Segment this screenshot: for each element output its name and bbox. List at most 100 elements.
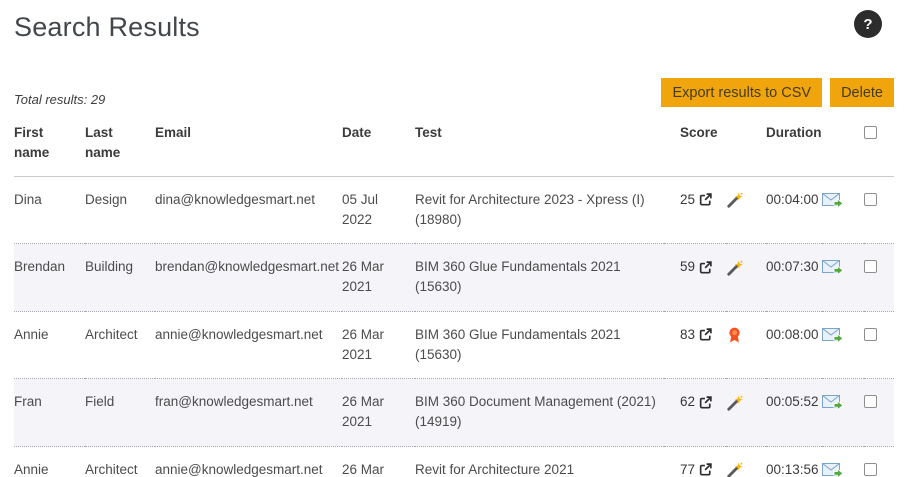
question-mark-icon: ? <box>863 15 873 33</box>
magic-wand-icon[interactable] <box>726 260 743 277</box>
cell-score: 25 <box>664 176 726 244</box>
header-badge-column <box>726 115 766 177</box>
cell-duration: 00:04:00 <box>766 191 819 207</box>
search-results-page: Search Results ? Total results: 29 Expor… <box>0 0 908 477</box>
cell-first-name: Annie <box>14 461 49 477</box>
cell-badge <box>726 176 766 244</box>
score-value: 77 <box>680 461 696 477</box>
cell-test: BIM 360 Document Management (2021) (1491… <box>415 394 656 430</box>
score-value: 59 <box>680 259 696 274</box>
magic-wand-icon[interactable] <box>726 395 743 412</box>
header-date: Date <box>342 115 415 177</box>
table-header-row: First name Last name Email Date Test Sco… <box>14 115 894 177</box>
cell-duration: 00:05:52 <box>766 394 819 409</box>
cell-checkbox <box>864 311 894 379</box>
cell-email: fran@knowledgesmart.net <box>155 394 313 409</box>
magic-wand-icon[interactable] <box>726 462 743 477</box>
cell-first-name: Annie <box>14 326 49 342</box>
header-email: Email <box>155 115 342 177</box>
cell-email-action <box>822 311 864 379</box>
page-title: Search Results <box>14 12 200 42</box>
forward-email-icon[interactable] <box>822 327 844 344</box>
header-duration: Duration <box>766 115 822 177</box>
cell-checkbox <box>864 446 894 477</box>
cell-score: 83 <box>664 311 726 379</box>
cell-test: Revit for Architecture 2021 Fundamentals… <box>415 461 575 477</box>
forward-email-icon[interactable] <box>822 395 844 412</box>
external-link-icon <box>699 463 712 476</box>
header-first-name: First name <box>14 115 85 177</box>
cell-last-name: Architect <box>85 461 138 477</box>
cell-email: dina@knowledgesmart.net <box>155 191 316 207</box>
table-row: Annie Architect annie@knowledgesmart.net… <box>14 446 894 477</box>
row-checkbox[interactable] <box>864 327 877 341</box>
cell-email-action <box>822 244 864 312</box>
cell-test: Revit for Architecture 2023 - Xpress (I)… <box>415 191 645 227</box>
cell-score: 62 <box>664 379 726 447</box>
cell-first-name: Fran <box>14 394 42 409</box>
cell-duration: 00:13:56 <box>766 461 819 477</box>
cell-email: annie@knowledgesmart.net <box>155 461 323 477</box>
forward-email-icon[interactable] <box>822 260 844 277</box>
score-value: 83 <box>680 326 696 342</box>
cell-last-name: Design <box>85 191 128 207</box>
select-all-checkbox[interactable] <box>864 126 877 139</box>
results-table: First name Last name Email Date Test Sco… <box>14 115 894 477</box>
cell-badge <box>726 379 766 447</box>
score-link[interactable]: 25 <box>680 190 712 210</box>
action-buttons: Export results to CSV Delete <box>661 78 894 107</box>
row-checkbox[interactable] <box>864 395 877 408</box>
forward-email-icon[interactable] <box>822 192 844 209</box>
cell-first-name: Brendan <box>14 259 66 274</box>
results-body: Dina Design dina@knowledgesmart.net 05 J… <box>14 176 894 477</box>
external-link-icon <box>699 193 712 206</box>
delete-button[interactable]: Delete <box>830 78 894 107</box>
row-checkbox[interactable] <box>864 462 877 476</box>
cell-last-name: Architect <box>85 326 138 342</box>
cell-badge <box>726 446 766 477</box>
score-link[interactable]: 77 <box>680 460 712 477</box>
cell-checkbox <box>864 244 894 312</box>
cell-score: 59 <box>664 244 726 312</box>
cell-email-action <box>822 176 864 244</box>
row-checkbox[interactable] <box>864 260 877 273</box>
score-link[interactable]: 59 <box>680 257 712 277</box>
help-button[interactable]: ? <box>854 10 882 38</box>
meta-row: Total results: 29 Export results to CSV … <box>14 77 894 107</box>
cell-badge <box>726 244 766 312</box>
header-test: Test <box>415 115 664 177</box>
magic-wand-icon[interactable] <box>726 192 743 209</box>
table-row: Annie Architect annie@knowledgesmart.net… <box>14 311 894 379</box>
score-link[interactable]: 62 <box>680 392 712 412</box>
header-score: Score <box>664 115 726 177</box>
award-ribbon-icon[interactable] <box>726 327 743 344</box>
cell-test: BIM 360 Glue Fundamentals 2021 (15630) <box>415 326 621 362</box>
export-csv-button[interactable]: Export results to CSV <box>661 78 823 107</box>
cell-date: 26 Mar 2021 <box>342 259 385 295</box>
cell-first-name: Dina <box>14 191 42 207</box>
cell-duration: 00:08:00 <box>766 326 819 342</box>
external-link-icon <box>699 260 712 274</box>
cell-email: brendan@knowledgesmart.net <box>155 259 340 274</box>
cell-last-name: Field <box>85 394 115 409</box>
external-link-icon <box>699 328 712 341</box>
cell-test: BIM 360 Glue Fundamentals 2021 (15630) <box>415 259 621 295</box>
header-email-column <box>822 115 864 177</box>
table-row: Dina Design dina@knowledgesmart.net 05 J… <box>14 176 894 244</box>
score-value: 62 <box>680 394 696 409</box>
cell-date: 26 Mar 2021 <box>342 326 385 362</box>
cell-duration: 00:07:30 <box>766 259 819 274</box>
table-row: Fran Field fran@knowledgesmart.net 26 Ma… <box>14 378 894 447</box>
cell-date: 26 Mar 2021 <box>342 461 385 477</box>
cell-date: 26 Mar 2021 <box>342 394 385 430</box>
cell-checkbox <box>864 176 894 244</box>
external-link-icon <box>699 395 712 409</box>
cell-checkbox <box>864 379 894 447</box>
score-link[interactable]: 83 <box>680 325 712 345</box>
total-results-label: Total results: 29 <box>14 92 106 107</box>
cell-email: annie@knowledgesmart.net <box>155 326 323 342</box>
header-last-name: Last name <box>85 115 155 177</box>
row-checkbox[interactable] <box>864 192 877 206</box>
cell-email-action <box>822 379 864 447</box>
forward-email-icon[interactable] <box>822 462 844 477</box>
